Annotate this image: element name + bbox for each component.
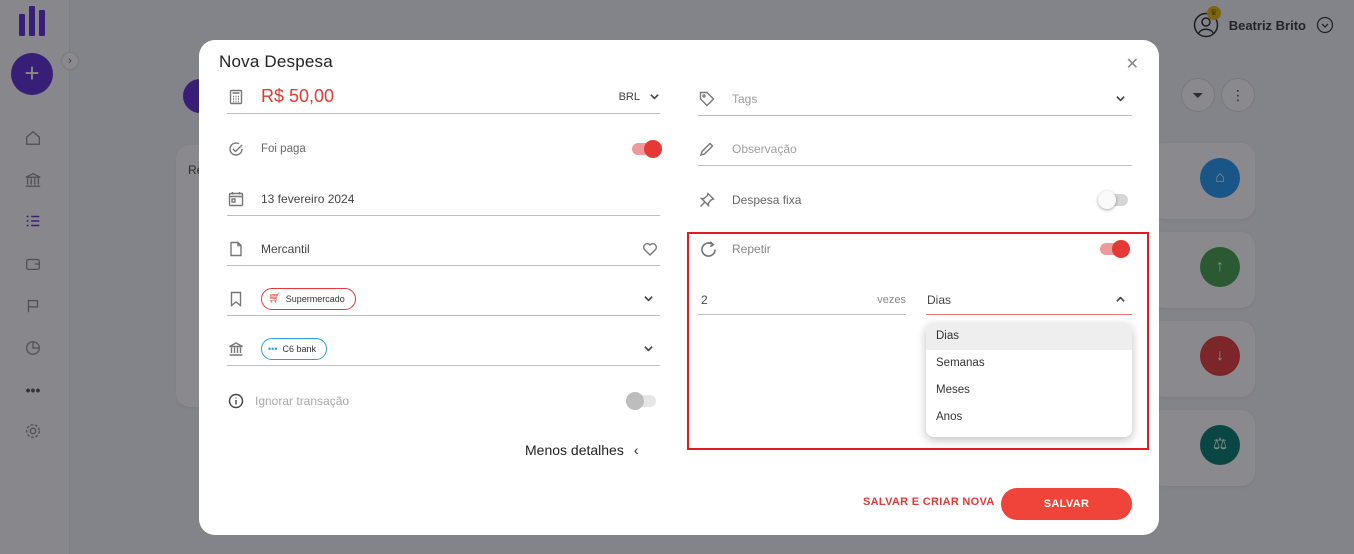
- tags-field[interactable]: Tags: [698, 82, 1132, 116]
- less-details-label: Menos detalhes: [525, 442, 624, 458]
- date-value: 13 fevereiro 2024: [261, 191, 355, 206]
- fixed-expense-label: Despesa fixa: [732, 193, 802, 207]
- account-label: C6 bank: [282, 343, 316, 354]
- pin-icon: [698, 191, 716, 209]
- ignore-transaction-label: Ignorar transação: [255, 394, 350, 408]
- tag-icon: [698, 90, 716, 108]
- chevron-left-icon: ‹: [633, 442, 639, 458]
- chevron-down-icon[interactable]: [1114, 93, 1126, 105]
- calculator-icon: [227, 88, 245, 106]
- save-button[interactable]: SALVAR: [1001, 488, 1132, 520]
- calendar-icon: [227, 190, 245, 208]
- cart-icon: 🛒︎: [268, 293, 281, 304]
- fixed-expense-field: Despesa fixa: [698, 183, 1132, 217]
- chevron-down-icon[interactable]: [648, 91, 660, 103]
- close-icon[interactable]: ✕: [1126, 54, 1139, 74]
- chevron-down-icon[interactable]: [642, 293, 654, 305]
- document-icon: [227, 240, 245, 258]
- bookmark-icon: [227, 290, 245, 308]
- check-circle-icon: [227, 140, 245, 158]
- pencil-icon: [698, 140, 716, 158]
- note-field[interactable]: Observação: [698, 132, 1132, 166]
- amount-value: R$ 50,00: [261, 86, 335, 106]
- save-and-new-button[interactable]: SALVAR E CRIAR NOVA: [863, 496, 995, 508]
- repeat-section-highlight: [687, 232, 1149, 450]
- account-dots-icon: •••: [268, 343, 278, 354]
- bank-icon: [227, 340, 245, 358]
- ignore-transaction-toggle[interactable]: [626, 392, 656, 410]
- category-chip[interactable]: 🛒︎ Supermercado: [261, 287, 356, 310]
- account-chip[interactable]: ••• C6 bank: [261, 337, 327, 360]
- category-label: Supermercado: [285, 293, 345, 304]
- amount-field[interactable]: R$ 50,00 BRL: [227, 80, 660, 114]
- description-field[interactable]: Mercantil: [227, 232, 660, 266]
- modal-title: Nova Despesa: [219, 52, 333, 71]
- less-details-button[interactable]: Menos detalhes ‹: [525, 442, 639, 458]
- paid-toggle[interactable]: [632, 140, 662, 158]
- date-field[interactable]: 13 fevereiro 2024: [227, 182, 660, 216]
- info-icon: [227, 392, 245, 410]
- ignore-transaction-field: Ignorar transação: [227, 384, 660, 418]
- new-expense-modal: Nova Despesa ✕ R$ 50,00 BRL Foi paga 13 …: [199, 40, 1159, 535]
- category-field[interactable]: 🛒︎ Supermercado: [227, 282, 660, 316]
- tags-placeholder: Tags: [732, 91, 758, 106]
- paid-field: Foi paga: [227, 132, 662, 166]
- chevron-down-icon[interactable]: [642, 343, 654, 355]
- note-placeholder: Observação: [732, 141, 797, 156]
- currency-select[interactable]: BRL: [619, 91, 640, 103]
- heart-icon[interactable]: [640, 240, 660, 258]
- paid-label: Foi paga: [261, 143, 306, 155]
- account-field[interactable]: ••• C6 bank: [227, 332, 660, 366]
- description-value: Mercantil: [261, 241, 310, 256]
- fixed-expense-toggle[interactable]: [1098, 191, 1128, 209]
